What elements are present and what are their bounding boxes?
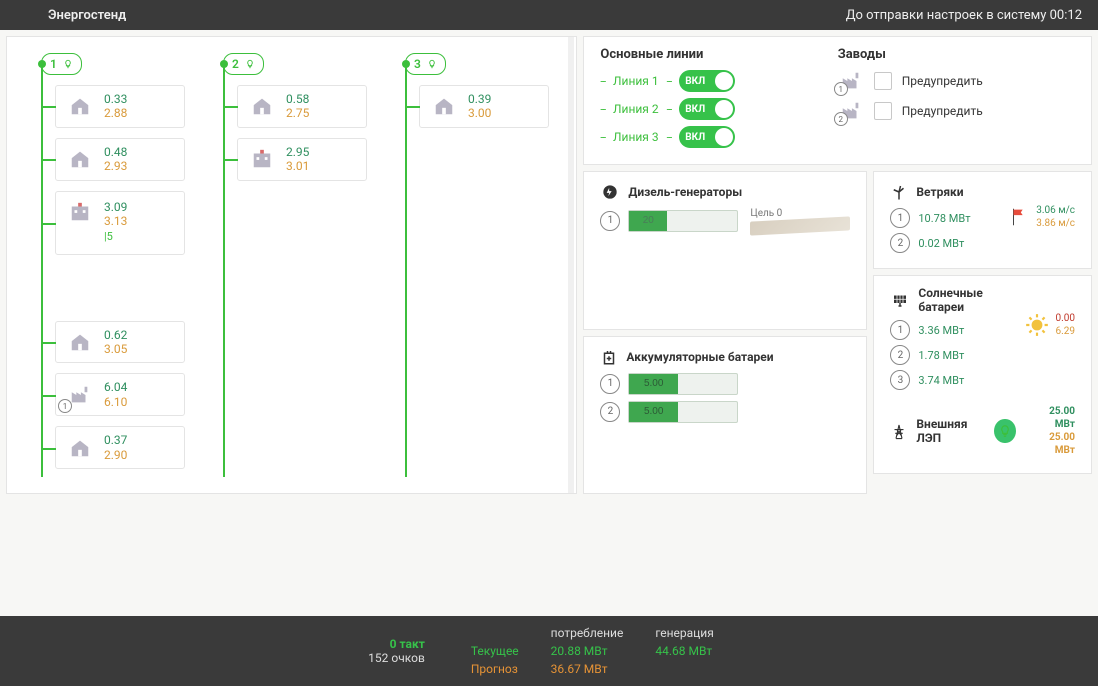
- score-label: 152 очков: [368, 651, 425, 665]
- line-toggle-3: --Линия 3-- ВКЛ: [600, 126, 837, 148]
- top-bar: Энергостенд До отправки настроек в систе…: [0, 0, 1098, 30]
- house-icon: [248, 94, 276, 118]
- main-lines-title: Основные линии: [600, 47, 837, 62]
- node-card[interactable]: 0.582.75: [237, 85, 367, 128]
- toggle-switch[interactable]: ВКЛ: [679, 126, 735, 148]
- house-icon: [66, 436, 94, 460]
- wind-row: 110.78 МВт: [890, 208, 1008, 228]
- battery-icon: [600, 347, 618, 367]
- house-icon: [66, 147, 94, 171]
- factory-row-1: 1 Предупредить: [838, 70, 1075, 92]
- battery-row: 2: [600, 401, 850, 423]
- node-card[interactable]: 0.482.93: [55, 138, 185, 181]
- line-toggle-1: --Линия 1-- ВКЛ: [600, 70, 837, 92]
- house-icon: [66, 330, 94, 354]
- unit-number: 1: [600, 374, 620, 394]
- diesel-panel: Дизель-генераторы 1 Цель 0: [583, 171, 867, 330]
- toggle-switch[interactable]: ВКЛ: [679, 98, 735, 120]
- node-card[interactable]: 3.093.13|5: [55, 191, 185, 255]
- line-toggle-2: --Линия 2-- ВКЛ: [600, 98, 837, 120]
- line-badge[interactable]: 3: [405, 53, 446, 75]
- factory-icon: 1: [66, 383, 94, 407]
- unit-number: 2: [600, 402, 620, 422]
- line-badge[interactable]: 2: [223, 53, 264, 75]
- unit-number: 1: [600, 211, 620, 231]
- bulb-icon: [245, 59, 255, 69]
- line-column-3: 3 0.393.00: [391, 53, 549, 477]
- battery-row: 1: [600, 373, 850, 395]
- node-card[interactable]: 2.953.01: [237, 138, 367, 181]
- house-icon: [66, 94, 94, 118]
- wedge-icon: [750, 216, 850, 235]
- charge-input[interactable]: [636, 375, 672, 393]
- line-column-1: 1 0.332.88 0.482.93 3.093.13|5 0.623.05 …: [27, 53, 185, 477]
- lines-factories-panel: Основные линии --Линия 1-- ВКЛ --Линия 2…: [583, 36, 1092, 165]
- solar-row: 21.78 МВт: [890, 345, 1023, 365]
- warn-checkbox[interactable]: [874, 102, 892, 120]
- hospital-icon: [248, 147, 276, 171]
- node-card[interactable]: 0.332.88: [55, 85, 185, 128]
- solar-row: 13.36 МВт: [890, 320, 1023, 340]
- node-card[interactable]: 1 6.046.10: [55, 373, 185, 416]
- factory-row-2: 2 Предупредить: [838, 100, 1075, 122]
- line-badge[interactable]: 1: [41, 53, 82, 75]
- factory-icon: 1: [838, 70, 864, 92]
- charge-slider[interactable]: [628, 401, 738, 423]
- countdown: До отправки настроек в систему 00:12: [846, 8, 1082, 23]
- sun-icon: [1024, 312, 1050, 338]
- batteries-panel: Аккумуляторные батареи 1 2: [583, 336, 867, 495]
- node-card[interactable]: 0.623.05: [55, 321, 185, 364]
- summary-table: потреблениегенерация Текущее20.88 МВт44.…: [455, 624, 730, 678]
- solar-row: 33.74 МВт: [890, 370, 1023, 390]
- toggle-switch[interactable]: ВКЛ: [679, 70, 735, 92]
- windsock-icon: [1008, 206, 1030, 228]
- wind-icon: [890, 182, 908, 202]
- app-title: Энергостенд: [48, 8, 126, 23]
- line-column-2: 2 0.582.75 2.953.01: [209, 53, 367, 477]
- wind-panel: Ветряки 110.78 МВт20.02 МВт 3.06 м/с 3.8…: [873, 171, 1092, 269]
- footer-bar: 0 такт 152 очков потреблениегенерация Те…: [0, 616, 1098, 686]
- node-card[interactable]: 0.393.00: [419, 85, 549, 128]
- scrollbar[interactable]: [568, 37, 574, 493]
- factories-title: Заводы: [838, 47, 1075, 62]
- power-input[interactable]: [630, 212, 666, 230]
- bulb-icon: [427, 59, 437, 69]
- solar-panel: Солнечные батареи 13.36 МВт21.78 МВт33.7…: [873, 275, 1092, 474]
- charge-input[interactable]: [636, 403, 672, 421]
- house-icon: [430, 94, 458, 118]
- charge-slider[interactable]: [628, 373, 738, 395]
- warn-checkbox[interactable]: [874, 72, 892, 90]
- factory-icon: 2: [838, 100, 864, 122]
- generator-icon: [600, 182, 620, 202]
- lep-status-icon: [994, 419, 1015, 443]
- hospital-icon: [66, 200, 94, 224]
- diesel-row: 1 Цель 0: [600, 208, 850, 233]
- topology-panel: 1 0.332.88 0.482.93 3.093.13|5 0.623.05 …: [6, 36, 577, 494]
- wind-row: 20.02 МВт: [890, 233, 1008, 253]
- power-slider[interactable]: [628, 210, 738, 232]
- node-card[interactable]: 0.372.90: [55, 426, 185, 469]
- solar-panel-icon: [890, 291, 910, 309]
- tower-icon: [890, 421, 908, 441]
- tact-label: 0 такт: [368, 637, 425, 651]
- bulb-icon: [63, 59, 73, 69]
